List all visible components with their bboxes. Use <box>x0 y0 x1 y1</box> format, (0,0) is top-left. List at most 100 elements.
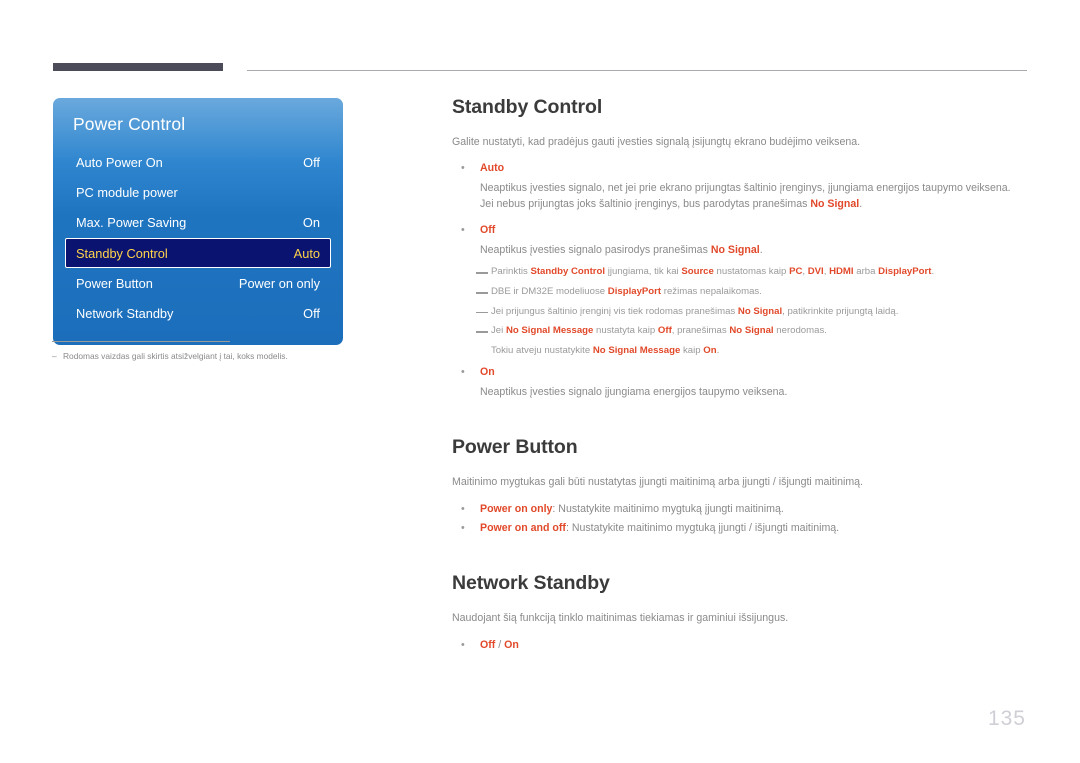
osd-row-value: Auto <box>293 245 320 261</box>
accent-term: HDMI <box>829 266 854 278</box>
plain-text: Jei prijungus šaltinio įrenginį vis tiek… <box>491 305 738 317</box>
bullet-marker: • <box>461 521 465 534</box>
bullet-marker: • <box>461 224 465 237</box>
osd-row-auto-power-on[interactable]: Auto Power On Off <box>65 148 331 177</box>
accent-term: DVI <box>807 266 824 278</box>
osd-row-max-power-saving[interactable]: Max. Power Saving On <box>65 208 331 237</box>
plain-text: , patikrinkite prijungtą laidą. <box>782 305 899 317</box>
plain-text: Parinktis <box>491 266 531 278</box>
plain-text: Jei <box>491 325 506 337</box>
plain-text: nustatyta kaip <box>593 325 658 337</box>
dash-marker-icon <box>476 272 488 275</box>
auto-description-line-1: Neaptikus įvesties signalo, net jei prie… <box>480 182 1011 195</box>
header-thin-rule <box>247 70 1027 71</box>
power-button-option-item: • Power on and off: Nustatykite maitinimo… <box>452 521 1030 537</box>
note-text: Jei No Signal Message nustatyta kaip Off… <box>491 324 1030 339</box>
caption-text: Rodomas vaizdas gali skirtis atsižvelgia… <box>63 351 288 361</box>
osd-row-network-standby[interactable]: Network Standby Off <box>65 299 331 328</box>
power-button-option-text: Power on and off: Nustatykite maitinimo … <box>480 521 1030 537</box>
note-continuation-text: Tokiu atveju nustatykite No Signal Messa… <box>452 344 1030 359</box>
osd-menu-panel: Power Control Auto Power On Off PC module … <box>53 98 343 345</box>
accent-term: No Signal <box>737 305 783 317</box>
plain-text: . <box>716 344 720 356</box>
accent-term: Standby Control <box>530 266 606 278</box>
note-text: Parinktis Standby Control įjungiama, tik… <box>491 265 1030 280</box>
section-title-power-button: Power Button <box>452 436 578 459</box>
page-header-rules <box>0 63 1080 75</box>
network-standby-options: Off / On <box>480 638 1030 654</box>
plain-text: nustatomas kaip <box>713 266 790 278</box>
no-signal-accent: No Signal <box>810 198 860 211</box>
standby-control-notes: Parinktis Standby Control įjungiama, tik… <box>452 265 1030 358</box>
power-button-option-text: Power on only: Nustatykite maitinimo myg… <box>480 502 1030 518</box>
header-thick-rule <box>53 63 223 71</box>
accent-term: Power on only <box>480 502 553 515</box>
plain-text: nerodomas. <box>773 325 827 337</box>
bullet-on: • On <box>452 365 1030 381</box>
standby-control-intro: Galite nustatyti, kad pradėjus gauti įve… <box>452 136 861 148</box>
osd-row-value: Off <box>303 306 320 321</box>
osd-row-label: PC module power <box>76 185 178 200</box>
osd-row-value: On <box>302 215 320 230</box>
bullet-auto: • Auto <box>452 161 1030 177</box>
osd-row-pc-module-power[interactable]: PC module power <box>65 178 331 207</box>
osd-panel-title: Power Control <box>73 114 186 134</box>
note-text: Jei prijungus šaltinio įrenginį vis tiek… <box>491 305 1030 320</box>
on-description-line-1: Neaptikus įvesties signalo įjungiama ene… <box>480 386 788 399</box>
osd-row-value: Off <box>303 155 320 170</box>
plain-text: Tokiu atveju nustatykite <box>491 344 593 356</box>
accent-term: DisplayPort <box>607 286 662 297</box>
plain-text: : Nustatykite maitinimo mygtuką įjungti … <box>552 502 784 515</box>
bullet-marker: • <box>461 502 465 515</box>
plain-text: arba <box>853 266 879 278</box>
caption-dash-marker: – <box>52 351 57 361</box>
section-title-network-standby: Network Standby <box>452 572 610 595</box>
auto-description-line-2: Jei nebus prijungtas joks šaltinio įreng… <box>480 198 863 211</box>
accent-term: No Signal Message <box>505 325 594 337</box>
osd-row-label: Max. Power Saving <box>76 215 187 230</box>
no-signal-accent: No Signal <box>710 244 760 257</box>
osd-row-power-button[interactable]: Power Button Power on only <box>65 269 331 298</box>
bullet-marker: • <box>461 638 465 651</box>
osd-row-label: Network Standby <box>76 306 174 321</box>
network-standby-intro: Naudojant šią funkciją tinklo maitinimas… <box>452 612 789 625</box>
accent-term: PC <box>789 266 803 278</box>
osd-row-value: Power on only <box>238 276 320 291</box>
note-item: DBE ir DM32E modeliuose DisplayPort reži… <box>452 285 1030 300</box>
off-description-line-1: Neaptikus įvesties signalo pasirodys pra… <box>480 244 763 257</box>
bullet-marker: • <box>461 162 465 175</box>
dash-marker-icon <box>476 292 488 294</box>
dash-marker-icon <box>476 331 488 333</box>
plain-text: DBE ir DM32E modeliuose <box>491 286 608 297</box>
osd-row-label: Auto Power On <box>76 155 163 170</box>
plain-text: , pranešimas <box>671 325 730 337</box>
power-button-option-item: • Power on only: Nustatykite maitinimo my… <box>452 502 1030 518</box>
power-button-option-list: • Power on only: Nustatykite maitinimo my… <box>452 502 1030 537</box>
osd-row-label: Standby Control <box>76 245 168 261</box>
accent-term: Source <box>681 266 714 278</box>
bullet-off-label: Off <box>480 224 496 237</box>
note-item: Jei No Signal Message nustatyta kaip Off… <box>452 324 1030 339</box>
note-text: DBE ir DM32E modeliuose DisplayPort reži… <box>491 285 1030 300</box>
option-separator: / <box>495 638 505 651</box>
bullet-auto-label: Auto <box>480 162 505 175</box>
accent-term: DisplayPort <box>878 266 932 278</box>
plain-text: . <box>931 266 935 278</box>
accent-term: Off <box>657 325 672 337</box>
bullet-network-standby-options: • Off / On <box>452 638 1030 654</box>
note-item: Jei prijungus šaltinio įrenginį vis tiek… <box>452 305 1030 320</box>
article-content: Standby Control Galite nustatyti, kad pr… <box>452 96 1030 657</box>
caption-divider <box>52 341 230 342</box>
accent-term: Power on and off <box>480 521 566 534</box>
accent-term: On <box>703 344 717 356</box>
osd-row-label: Power Button <box>76 276 153 291</box>
plain-text: režimas nepalaikomas. <box>661 286 762 297</box>
bullet-marker: • <box>461 366 465 379</box>
accent-term: No Signal <box>729 325 774 337</box>
plain-text: įjungiama, tik kai <box>605 266 682 278</box>
page-number: 135 <box>987 707 1026 730</box>
osd-row-standby-control[interactable]: Standby Control Auto <box>65 238 331 268</box>
bullet-off: • Off <box>452 223 1030 239</box>
osd-menu-list: Auto Power On Off PC module power Max. Powe… <box>53 148 343 328</box>
caption-row: – Rodomas vaizdas gali skirtis atsižvelg… <box>52 351 372 362</box>
